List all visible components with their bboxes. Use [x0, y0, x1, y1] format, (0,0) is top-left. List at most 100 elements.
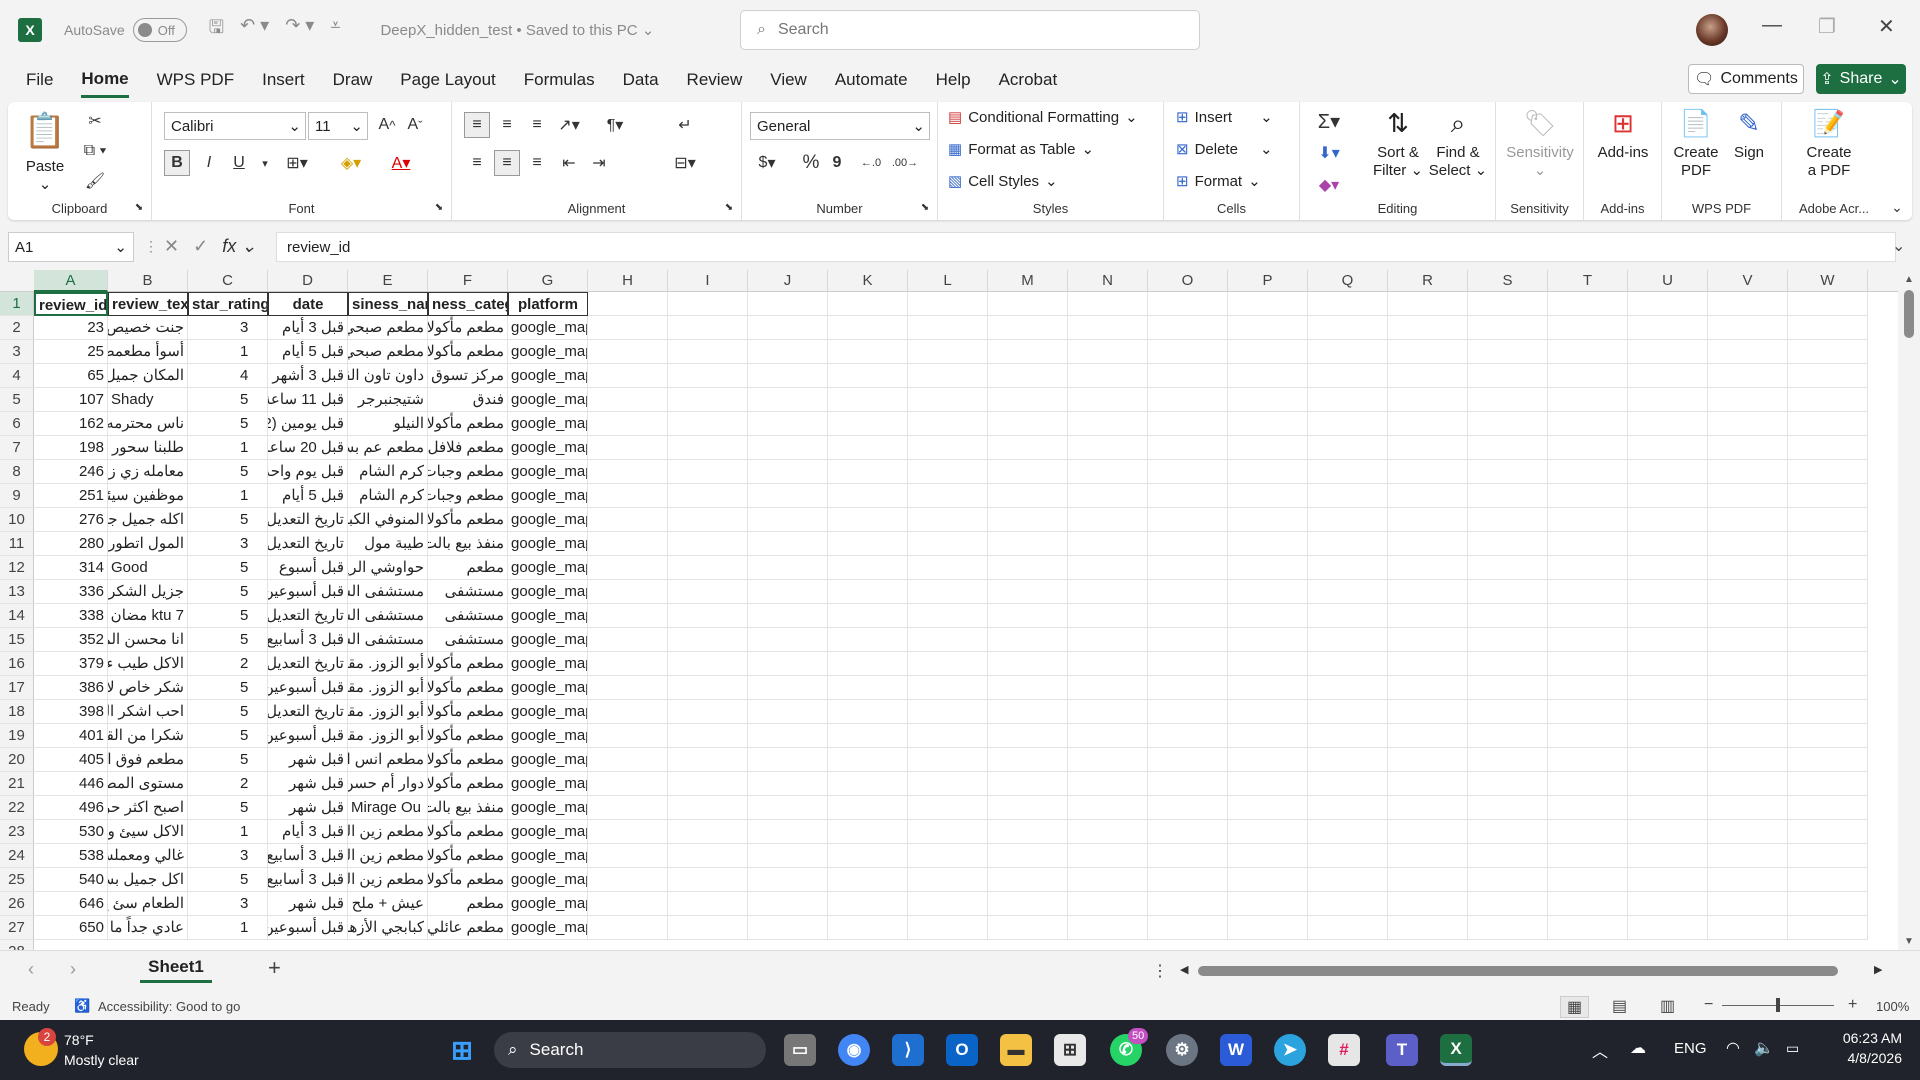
empty-cell[interactable]: [1628, 556, 1708, 580]
empty-cell[interactable]: [748, 772, 828, 796]
empty-cell[interactable]: [1548, 916, 1628, 940]
store-icon[interactable]: ⊞: [1054, 1034, 1086, 1066]
table-cell[interactable]: 405: [34, 748, 108, 772]
column-header-F[interactable]: F: [428, 270, 508, 292]
empty-cell[interactable]: [1068, 292, 1148, 316]
formula-input[interactable]: review_id: [276, 232, 1896, 262]
empty-cell[interactable]: [828, 676, 908, 700]
table-cell[interactable]: google_maps: [508, 916, 588, 940]
empty-cell[interactable]: [908, 556, 988, 580]
empty-cell[interactable]: [988, 436, 1068, 460]
empty-cell[interactable]: [1468, 556, 1548, 580]
table-cell[interactable]: المكان جميل: [108, 364, 188, 388]
empty-cell[interactable]: [588, 460, 668, 484]
empty-cell[interactable]: [828, 844, 908, 868]
table-cell[interactable]: مركز تسوق: [428, 364, 508, 388]
empty-cell[interactable]: [1788, 484, 1868, 508]
row-header[interactable]: 27: [0, 916, 34, 940]
empty-cell[interactable]: [748, 676, 828, 700]
table-cell[interactable]: قبل 5 أيام: [268, 340, 348, 364]
tab-home[interactable]: Home: [81, 63, 129, 98]
row-header[interactable]: 23: [0, 820, 34, 844]
table-cell[interactable]: 107: [34, 388, 108, 412]
empty-cell[interactable]: [1308, 796, 1388, 820]
table-cell[interactable]: جزيل الشكر: [108, 580, 188, 604]
empty-cell[interactable]: [828, 412, 908, 436]
empty-cell[interactable]: [748, 700, 828, 724]
empty-cell[interactable]: [748, 436, 828, 460]
empty-cell[interactable]: [668, 652, 748, 676]
increase-indent-icon[interactable]: ⇥: [586, 150, 612, 176]
empty-cell[interactable]: [1308, 388, 1388, 412]
table-cell[interactable]: 379: [34, 652, 108, 676]
empty-cell[interactable]: [1228, 772, 1308, 796]
table-cell[interactable]: كرم الشام: [348, 484, 428, 508]
table-cell[interactable]: 5: [188, 508, 268, 532]
table-cell[interactable]: مستوى المط: [108, 772, 188, 796]
column-header-P[interactable]: P: [1228, 270, 1308, 292]
font-name-select[interactable]: Calibri ⌄: [164, 112, 306, 140]
empty-cell[interactable]: [668, 508, 748, 532]
empty-cell[interactable]: [828, 652, 908, 676]
column-header-E[interactable]: E: [348, 270, 428, 292]
volume-icon[interactable]: 🔈: [1754, 1038, 1774, 1058]
empty-cell[interactable]: [668, 868, 748, 892]
table-cell[interactable]: 540: [34, 868, 108, 892]
table-cell[interactable]: google_maps: [508, 388, 588, 412]
dialog-launcher-icon[interactable]: ⬊: [722, 200, 736, 214]
row-header[interactable]: 6: [0, 412, 34, 436]
number-format-select[interactable]: General ⌄: [750, 112, 930, 140]
create-a-pdf-button[interactable]: 📝 Create a PDF: [1794, 106, 1864, 180]
empty-cell[interactable]: [908, 628, 988, 652]
empty-cell[interactable]: [1548, 724, 1628, 748]
empty-cell[interactable]: [1628, 580, 1708, 604]
tab-data[interactable]: Data: [623, 64, 659, 96]
empty-cell[interactable]: [1788, 340, 1868, 364]
table-cell[interactable]: قبل شهر: [268, 796, 348, 820]
empty-cell[interactable]: [668, 292, 748, 316]
empty-cell[interactable]: [1708, 436, 1788, 460]
empty-cell[interactable]: [1788, 892, 1868, 916]
empty-cell[interactable]: [1468, 364, 1548, 388]
empty-cell[interactable]: [1628, 748, 1708, 772]
row-header[interactable]: 5: [0, 388, 34, 412]
empty-cell[interactable]: [908, 316, 988, 340]
table-cell[interactable]: جنت خصيص: [108, 316, 188, 340]
table-cell[interactable]: مطعم زين الش: [348, 868, 428, 892]
empty-cell[interactable]: [588, 532, 668, 556]
empty-cell[interactable]: [748, 748, 828, 772]
empty-cell[interactable]: [1548, 604, 1628, 628]
outlook-icon[interactable]: O: [946, 1034, 978, 1066]
table-cell[interactable]: 5: [188, 412, 268, 436]
empty-cell[interactable]: [1148, 436, 1228, 460]
empty-cell[interactable]: [668, 628, 748, 652]
empty-cell[interactable]: [1548, 820, 1628, 844]
empty-cell[interactable]: [668, 364, 748, 388]
empty-cell[interactable]: [1468, 628, 1548, 652]
underline-button[interactable]: U: [226, 150, 252, 176]
empty-cell[interactable]: [1228, 532, 1308, 556]
column-header-I[interactable]: I: [668, 270, 748, 292]
table-cell[interactable]: مطعم مأكولا: [428, 820, 508, 844]
empty-cell[interactable]: [908, 916, 988, 940]
empty-cell[interactable]: [1788, 820, 1868, 844]
empty-cell[interactable]: [1468, 748, 1548, 772]
column-header-O[interactable]: O: [1148, 270, 1228, 292]
empty-cell[interactable]: [828, 340, 908, 364]
empty-cell[interactable]: [988, 364, 1068, 388]
empty-cell[interactable]: [1228, 388, 1308, 412]
sort-filter-button[interactable]: ⇅ Sort & Filter ⌄: [1370, 106, 1426, 180]
table-cell[interactable]: مستشفى: [428, 604, 508, 628]
empty-cell[interactable]: [668, 388, 748, 412]
taskbar-search[interactable]: ⌕ Search: [494, 1032, 766, 1068]
empty-cell[interactable]: [1388, 628, 1468, 652]
table-cell[interactable]: قبل أسبوع: [268, 556, 348, 580]
font-color-icon[interactable]: A▾: [388, 150, 414, 176]
table-cell[interactable]: انا محسن الم: [108, 628, 188, 652]
table-cell[interactable]: google_maps: [508, 652, 588, 676]
table-cell[interactable]: 386: [34, 676, 108, 700]
empty-cell[interactable]: [748, 796, 828, 820]
delete-cells-button[interactable]: ⊠ Delete ⌄: [1176, 140, 1273, 159]
close-icon[interactable]: ✕: [1878, 14, 1895, 39]
table-cell[interactable]: منفذ بيع بالت: [428, 796, 508, 820]
